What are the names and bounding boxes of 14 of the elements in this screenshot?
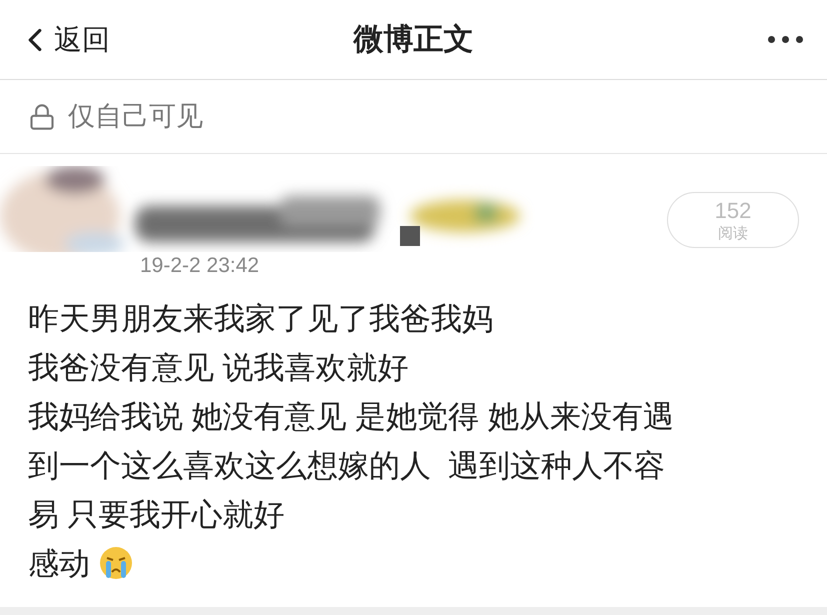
- crying-face-icon: [98, 545, 134, 581]
- post-text-line: 我妈给我说 她没有意见 是她觉得 她从来没有遇: [28, 398, 674, 436]
- post-text-line: 感动: [28, 544, 90, 582]
- post-text-line: 昨天男朋友来我家了见了我爸我妈: [28, 300, 493, 338]
- lock-icon: [28, 102, 56, 130]
- post-time: 19-2-2 23:42: [140, 253, 260, 279]
- post-text-line: 到一个这么喜欢这么想嫁的人 遇到这种人不容: [28, 446, 666, 484]
- read-count: 152: [714, 200, 752, 222]
- post-text-line: 我爸没有意见 说我喜欢就好: [28, 348, 409, 386]
- back-button[interactable]: 返回: [16, 18, 110, 60]
- read-label: 阅读: [718, 226, 748, 240]
- page-title: 微博正文: [354, 22, 474, 58]
- visibility-label: 仅自己可见: [68, 100, 203, 134]
- post-text-line: 易 只要我开心就好: [28, 496, 285, 534]
